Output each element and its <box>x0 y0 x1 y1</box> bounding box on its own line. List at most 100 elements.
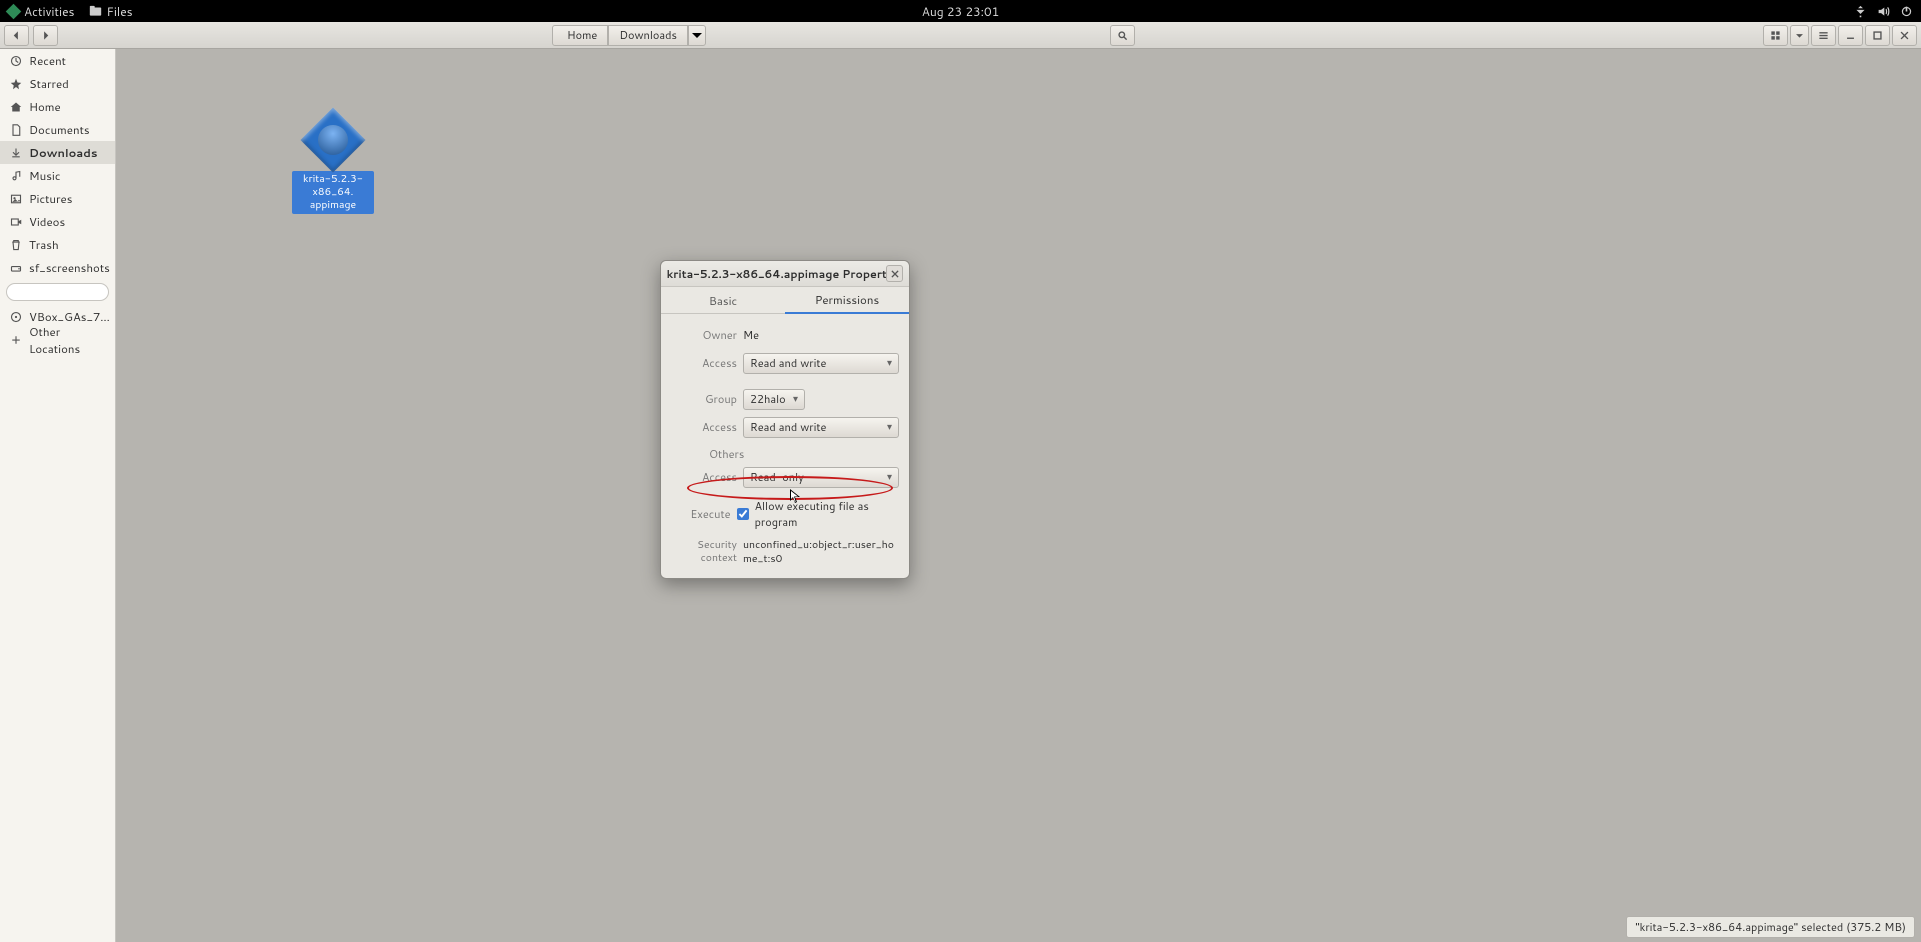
dialog-titlebar[interactable]: krita-5.2.3-x86_64.appimage Properties <box>661 261 909 287</box>
sidebar-item-label: Downloads <box>29 144 97 161</box>
path-dropdown[interactable] <box>688 25 706 46</box>
status-bar: "krita-5.2.3-x86_64.appimage" selected (… <box>1626 916 1915 938</box>
menu-icon <box>1818 30 1829 41</box>
sidebar-item-label: Home <box>29 98 61 115</box>
files-window: Home Downloads <box>0 22 1921 942</box>
others-access-label: Access <box>671 469 737 485</box>
owner-access-select[interactable]: Read and write <box>743 353 899 374</box>
sidebar-item-label: sf_screenshots <box>29 259 110 276</box>
drive-icon <box>10 262 22 274</box>
app-menu-files[interactable]: Files <box>89 3 133 20</box>
security-context-value: unconfined_u:object_r:user_home_t:s0 <box>743 538 899 566</box>
download-icon <box>10 147 22 159</box>
music-icon <box>10 170 22 182</box>
execute-checkbox[interactable] <box>737 508 749 520</box>
network-icon[interactable] <box>1854 5 1867 18</box>
sidebar-item-starred[interactable]: Starred <box>0 72 115 95</box>
hamburger-menu-button[interactable] <box>1811 25 1836 46</box>
sidebar-item-trash[interactable]: Trash <box>0 233 115 256</box>
search-icon <box>1117 30 1128 41</box>
others-access-select[interactable]: Read-only <box>743 467 899 488</box>
appimage-icon <box>300 107 365 172</box>
forward-button[interactable] <box>33 25 58 46</box>
maximize-button[interactable] <box>1865 25 1890 46</box>
files-app-icon <box>89 5 102 18</box>
sidebar-item-recent[interactable]: Recent <box>0 49 115 72</box>
chevron-down-icon <box>689 27 705 43</box>
minimize-button[interactable] <box>1838 25 1863 46</box>
sidebar-item-downloads[interactable]: Downloads <box>0 141 115 164</box>
activities-icon <box>6 3 22 19</box>
file-item-krita-appimage[interactable]: krita-5.2.3-x86_64.appimage <box>292 107 374 214</box>
video-icon <box>10 216 22 228</box>
others-heading: Others <box>671 446 899 462</box>
clock-icon <box>10 55 22 67</box>
properties-dialog: krita-5.2.3-x86_64.appimage Properties B… <box>660 260 910 579</box>
execute-text: Allow executing file as program <box>755 498 899 530</box>
file-label: krita-5.2.3-x86_64.appimage <box>292 171 374 214</box>
activities-button[interactable]: Activities <box>8 3 75 20</box>
tab-permissions[interactable]: Permissions <box>785 287 909 314</box>
chevron-left-icon <box>11 30 22 41</box>
sidebar: Recent Starred Home Documents Downloads … <box>0 49 116 942</box>
document-icon <box>10 124 22 136</box>
sidebar-item-label: Videos <box>29 213 65 230</box>
tab-basic[interactable]: Basic <box>661 287 785 314</box>
view-dropdown-button[interactable] <box>1790 25 1809 46</box>
sidebar-rename-input[interactable] <box>6 283 109 301</box>
volume-icon[interactable] <box>1877 5 1890 18</box>
sidebar-item-videos[interactable]: Videos <box>0 210 115 233</box>
group-label: Group <box>671 391 737 407</box>
dialog-title: krita-5.2.3-x86_64.appimage Properties <box>667 266 904 282</box>
sidebar-item-home[interactable]: Home <box>0 95 115 118</box>
search-button[interactable] <box>1110 25 1135 46</box>
sidebar-item-label: Trash <box>29 236 59 253</box>
sidebar-item-label: Pictures <box>29 190 72 207</box>
plus-icon <box>10 334 22 346</box>
sidebar-item-other-locations[interactable]: Other Locations <box>0 328 115 351</box>
owner-label: Owner <box>671 327 737 343</box>
close-icon <box>890 269 900 279</box>
view-grid-button[interactable] <box>1763 25 1788 46</box>
back-button[interactable] <box>4 25 29 46</box>
path-bar: Home Downloads <box>552 25 706 46</box>
sidebar-item-label: Music <box>29 167 60 184</box>
sidebar-item-sf-screenshots[interactable]: sf_screenshots <box>0 256 115 279</box>
activities-label: Activities <box>24 3 75 20</box>
sidebar-item-label: Starred <box>29 75 69 92</box>
sidebar-item-label: Documents <box>29 121 90 138</box>
owner-access-label: Access <box>671 355 737 371</box>
app-menu-label: Files <box>107 3 133 20</box>
gnome-top-panel: Activities Files Aug 23 23:01 <box>0 0 1921 22</box>
star-icon <box>10 78 22 90</box>
grid-icon <box>1770 30 1781 41</box>
sidebar-item-documents[interactable]: Documents <box>0 118 115 141</box>
maximize-icon <box>1872 30 1883 41</box>
trash-icon <box>10 239 22 251</box>
execute-label: Execute <box>671 506 731 522</box>
power-icon[interactable] <box>1900 5 1913 18</box>
dialog-close-button[interactable] <box>886 265 903 282</box>
security-context-label: Security context <box>671 538 737 564</box>
sidebar-item-music[interactable]: Music <box>0 164 115 187</box>
path-downloads[interactable]: Downloads <box>608 25 688 46</box>
sidebar-item-label: Other Locations <box>29 323 105 357</box>
group-access-select[interactable]: Read and write <box>743 417 899 438</box>
dialog-tabs: Basic Permissions <box>661 287 909 314</box>
owner-value: Me <box>743 327 899 343</box>
file-view[interactable]: krita-5.2.3-x86_64.appimage "krita-5.2.3… <box>116 49 1921 942</box>
toolbar: Home Downloads <box>0 22 1921 49</box>
picture-icon <box>10 193 22 205</box>
window-close-button[interactable] <box>1892 25 1917 46</box>
clock[interactable]: Aug 23 23:01 <box>922 3 1000 20</box>
sidebar-item-pictures[interactable]: Pictures <box>0 187 115 210</box>
path-home[interactable]: Home <box>552 25 608 46</box>
execute-row: Execute Allow executing file as program <box>671 498 899 530</box>
close-icon <box>1899 30 1910 41</box>
group-access-label: Access <box>671 419 737 435</box>
group-select[interactable]: 22halo <box>743 389 805 410</box>
dialog-body: Owner Me Access Read and write Group 22h… <box>661 314 909 578</box>
sidebar-item-label: Recent <box>29 52 66 69</box>
home-icon <box>10 101 22 113</box>
chevron-right-icon <box>40 30 51 41</box>
